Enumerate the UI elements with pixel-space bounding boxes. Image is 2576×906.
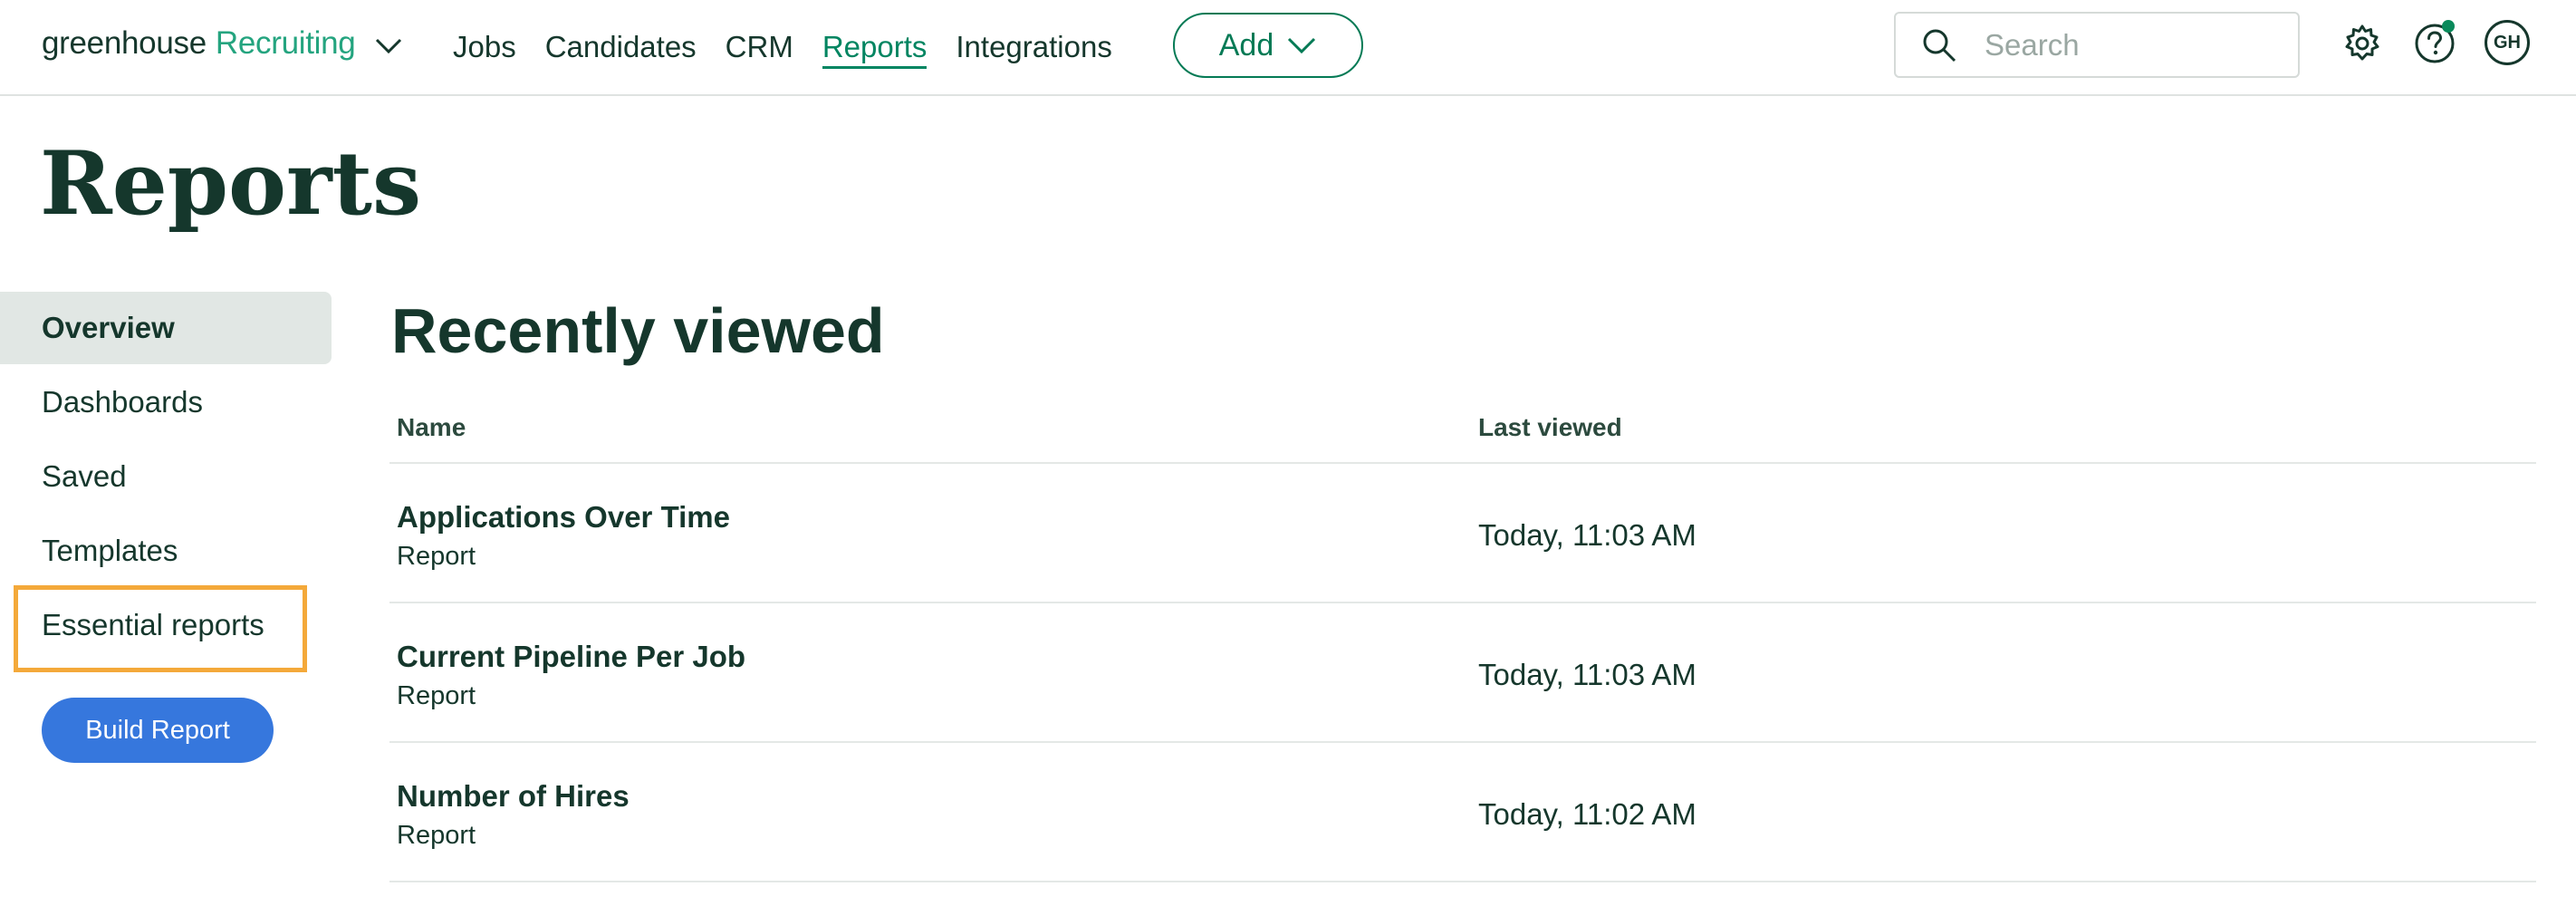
report-type: Report [397, 821, 476, 850]
table-header: Name Last viewed [389, 400, 2536, 464]
recently-viewed-title: Recently viewed [391, 295, 885, 366]
nav-jobs[interactable]: Jobs [453, 0, 516, 94]
main-content: Recently viewed Name Last viewed Applica… [389, 295, 2536, 882]
logo-brand-text: greenhouse [42, 25, 207, 61]
nav-reports[interactable]: Reports [822, 0, 927, 94]
logo-product-text: Recruiting [215, 25, 356, 61]
sidebar-item-dashboards[interactable]: Dashboards [0, 366, 332, 439]
report-name-link[interactable]: Current Pipeline Per Job [397, 640, 745, 674]
last-viewed-time: Today, 11:03 AM [1478, 658, 1697, 691]
main-nav: Jobs Candidates CRM Reports Integrations [453, 0, 1112, 94]
sidebar-item-overview[interactable]: Overview [0, 292, 332, 364]
column-header-name[interactable]: Name [397, 413, 466, 442]
chevron-down-icon [1288, 37, 1316, 54]
sidebar-item-essential-reports[interactable]: Essential reports [0, 585, 332, 672]
last-viewed-time: Today, 11:03 AM [1478, 518, 1697, 552]
table-row[interactable]: Current Pipeline Per Job Report Today, 1… [389, 603, 2536, 743]
search-box[interactable] [1894, 12, 2300, 78]
help-question-icon[interactable] [2409, 18, 2460, 69]
report-type: Report [397, 681, 476, 710]
column-header-last-viewed[interactable]: Last viewed [1478, 413, 1622, 442]
reports-sidebar: Overview Dashboards Saved Templates Esse… [0, 292, 332, 672]
settings-gear-icon[interactable] [2337, 18, 2388, 69]
add-button-label: Add [1218, 27, 1274, 63]
table-row[interactable]: Applications Over Time Report Today, 11:… [389, 464, 2536, 603]
report-name-link[interactable]: Number of Hires [397, 779, 630, 814]
report-name-link[interactable]: Applications Over Time [397, 500, 730, 535]
last-viewed-time: Today, 11:02 AM [1478, 797, 1697, 831]
nav-crm[interactable]: CRM [726, 0, 793, 94]
nav-candidates[interactable]: Candidates [545, 0, 697, 94]
sidebar-item-saved[interactable]: Saved [0, 440, 332, 513]
page-title: Reports [40, 132, 421, 235]
notification-dot [2442, 20, 2455, 33]
search-icon [1923, 29, 1956, 62]
build-report-button[interactable]: Build Report [42, 698, 274, 763]
product-switcher-chevron-icon[interactable] [373, 33, 404, 58]
top-navigation-bar: greenhouse Recruiting Jobs Candidates CR… [0, 0, 2576, 96]
user-avatar[interactable]: GH [2485, 20, 2530, 65]
nav-integrations[interactable]: Integrations [956, 0, 1111, 94]
report-type: Report [397, 542, 476, 571]
add-button[interactable]: Add [1173, 13, 1363, 78]
search-input[interactable] [1985, 27, 2292, 63]
sidebar-item-templates[interactable]: Templates [0, 515, 332, 587]
recently-viewed-table: Name Last viewed Applications Over Time … [389, 400, 2536, 882]
greenhouse-logo[interactable]: greenhouse Recruiting [42, 25, 356, 71]
table-row[interactable]: Number of Hires Report Today, 11:02 AM [389, 743, 2536, 882]
